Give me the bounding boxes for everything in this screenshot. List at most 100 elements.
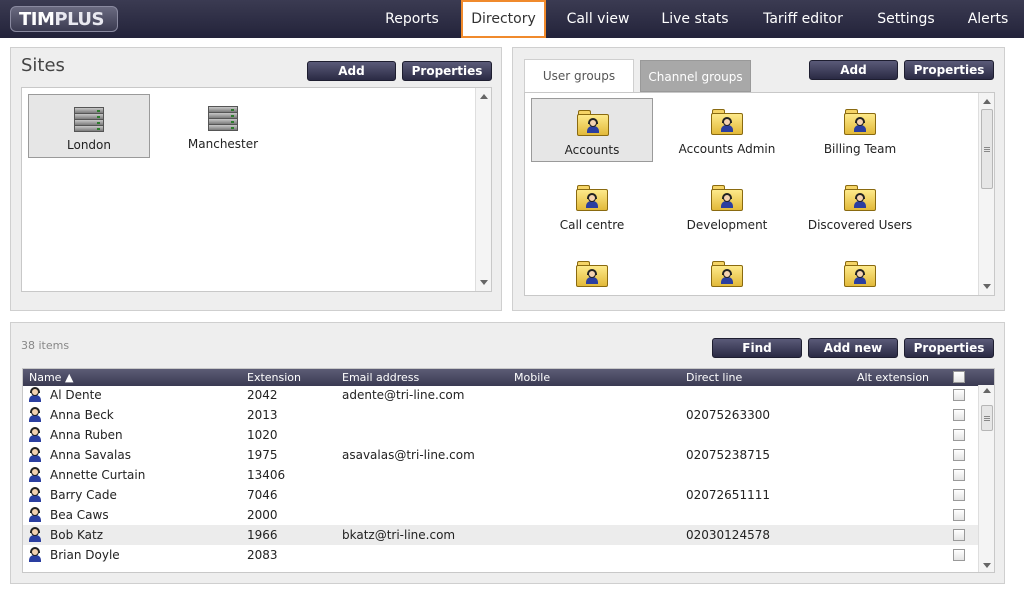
site-london[interactable]: London [28,94,150,158]
scroll-thumb[interactable] [981,405,993,431]
scroll-down-icon[interactable] [983,284,991,289]
col-email-header[interactable]: Email address [342,369,419,386]
tab-channel-groups[interactable]: Channel groups [640,60,751,92]
scroll-thumb[interactable] [981,109,993,189]
table-row[interactable]: Anna Ruben 1020 [23,425,978,445]
scroll-down-icon[interactable] [480,280,488,285]
group-accounts[interactable]: Accounts [531,98,653,162]
logo-tim: TIM [19,9,55,30]
directory-table[interactable]: Name ▲ Extension Email address Mobile Di… [22,368,995,573]
row-checkbox[interactable] [953,409,965,421]
add-new-button[interactable]: Add new [808,338,898,358]
group-item[interactable] [666,250,788,314]
table-row[interactable]: Brian Doyle 2083 [23,545,978,565]
row-checkbox[interactable] [953,489,965,501]
cell-direct-line: 02030124578 [686,528,770,542]
col-alt-extension-header[interactable]: Alt extension [857,369,929,386]
cell-extension: 1966 [247,528,278,542]
cell-name: Barry Cade [50,488,117,502]
nav-live-stats[interactable]: Live stats [653,0,737,38]
cell-extension: 7046 [247,488,278,502]
site-manchester[interactable]: Manchester [162,94,284,158]
row-checkbox[interactable] [953,549,965,561]
nav-alerts[interactable]: Alerts [960,0,1016,38]
user-icon [29,387,41,402]
row-checkbox[interactable] [953,449,965,461]
cell-name: Bea Caws [50,508,109,522]
table-row-highlighted[interactable]: Bob Katz 1966 bkatz@tri-line.com 0203012… [23,525,978,545]
col-extension-header[interactable]: Extension [247,369,301,386]
nav-call-view[interactable]: Call view [560,0,636,38]
groups-add-button[interactable]: Add [809,60,898,80]
scroll-up-icon[interactable] [983,388,991,393]
server-icon [74,107,104,133]
table-row[interactable]: Anna Savalas 1975 asavalas@tri-line.com … [23,445,978,465]
group-billing-team[interactable]: Billing Team [799,98,921,162]
row-checkbox[interactable] [953,529,965,541]
table-row[interactable]: Bea Caws 2000 [23,505,978,525]
group-call-centre[interactable]: Call centre [531,174,653,238]
table-header: Name ▲ Extension Email address Mobile Di… [23,369,994,386]
table-row[interactable]: Anna Beck 2013 02075263300 [23,405,978,425]
group-item[interactable] [531,250,653,314]
row-checkbox[interactable] [953,389,965,401]
groups-list[interactable]: Accounts Accounts Admin Billing Team Cal… [524,92,995,296]
cell-name: Brian Doyle [50,548,120,562]
row-checkbox[interactable] [953,469,965,481]
nav-directory[interactable]: Directory [461,0,546,38]
user-folder-icon [844,261,876,287]
user-folder-icon [576,185,608,211]
group-label: Call centre [559,218,625,232]
groups-panel: User groups Channel groups Add Propertie… [512,47,1005,311]
row-checkbox[interactable] [953,429,965,441]
col-direct-line-header[interactable]: Direct line [686,369,742,386]
sites-add-button[interactable]: Add [307,61,396,81]
timplus-logo[interactable]: TIMPLUS [10,6,118,32]
nav-tariff-editor[interactable]: Tariff editor [755,0,851,38]
nav-settings[interactable]: Settings [869,0,943,38]
group-item[interactable] [799,250,921,314]
group-development[interactable]: Development [666,174,788,238]
table-row[interactable]: Annette Curtain 13406 [23,465,978,485]
cell-extension: 1975 [247,448,278,462]
directory-properties-button[interactable]: Properties [904,338,994,358]
groups-properties-button[interactable]: Properties [904,60,994,80]
user-folder-icon [711,109,743,135]
group-discovered-users[interactable]: Discovered Users [799,174,921,238]
group-accounts-admin[interactable]: Accounts Admin [666,98,788,162]
group-label: Accounts [564,143,620,157]
user-folder-icon [711,185,743,211]
user-folder-icon [844,109,876,135]
cell-direct-line: 02075263300 [686,408,770,422]
user-icon [29,427,41,442]
table-row[interactable]: Barry Cade 7046 02072651111 [23,485,978,505]
sites-scrollbar[interactable] [475,88,491,291]
select-all-checkbox[interactable] [953,371,965,383]
find-button[interactable]: Find [712,338,802,358]
col-name-header[interactable]: Name ▲ [29,369,73,386]
row-checkbox[interactable] [953,509,965,521]
cell-email: adente@tri-line.com [342,388,465,402]
nav-reports[interactable]: Reports [377,0,447,38]
cell-extension: 2083 [247,548,278,562]
scroll-up-icon[interactable] [480,94,488,99]
user-icon [29,547,41,562]
group-label: Billing Team [823,142,897,156]
user-icon [29,447,41,462]
table-row[interactable]: Al Dente 2042 adente@tri-line.com [23,385,978,405]
user-icon [29,507,41,522]
directory-scrollbar[interactable] [978,385,994,572]
col-mobile-header[interactable]: Mobile [514,369,550,386]
scroll-up-icon[interactable] [983,99,991,104]
groups-scrollbar[interactable] [978,93,994,295]
cell-name: Anna Beck [50,408,114,422]
cell-direct-line: 02072651111 [686,488,770,502]
tab-user-groups[interactable]: User groups [524,59,634,93]
user-icon [29,407,41,422]
sites-properties-button[interactable]: Properties [402,61,492,81]
sites-list[interactable]: London Manchester [21,87,492,292]
cell-extension: 2013 [247,408,278,422]
scroll-down-icon[interactable] [983,563,991,568]
site-label: Manchester [187,137,259,151]
top-navigation-bar: TIMPLUS Reports Directory Call view Live… [0,0,1024,38]
